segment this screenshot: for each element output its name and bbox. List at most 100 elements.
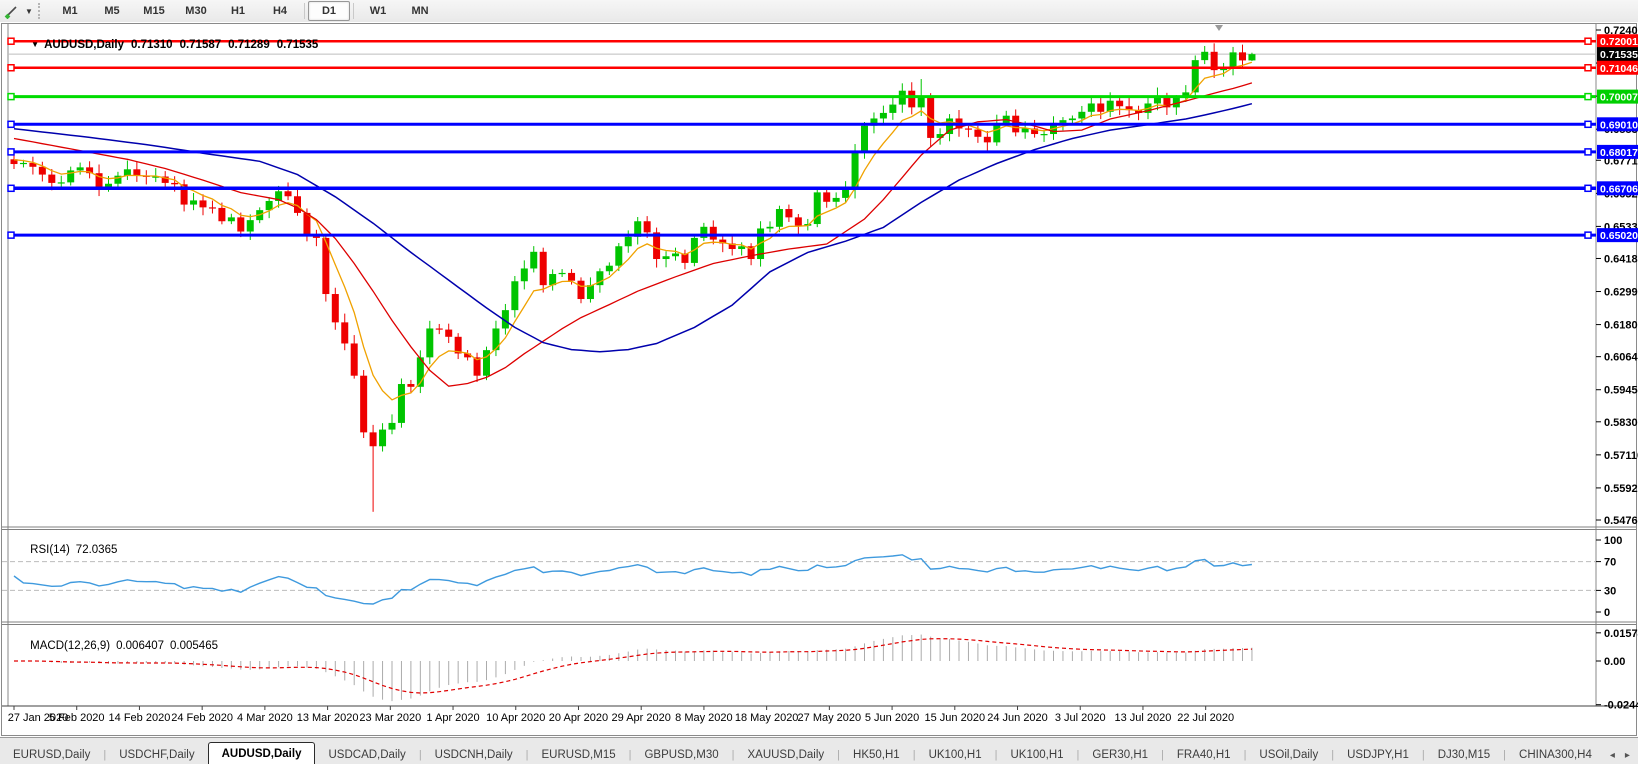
tab-scroll-left-icon[interactable]: ◂ bbox=[1605, 750, 1620, 761]
chart-tab-hk50-h1[interactable]: HK50,H1 bbox=[840, 745, 913, 764]
svg-text:0: 0 bbox=[1604, 607, 1610, 619]
date-label: 23 Mar 2020 bbox=[359, 712, 421, 724]
date-label: 24 Jun 2020 bbox=[987, 712, 1048, 724]
chart-tab-usdchf-daily[interactable]: USDCHF,Daily bbox=[106, 745, 207, 764]
svg-text:0.62990: 0.62990 bbox=[1604, 287, 1638, 299]
price-badge-0.71046: 0.71046 bbox=[1600, 63, 1638, 75]
date-label: 27 May 2020 bbox=[798, 712, 862, 724]
chart-tab-ger30-h1[interactable]: GER30,H1 bbox=[1079, 745, 1161, 764]
svg-text:0.55920: 0.55920 bbox=[1604, 483, 1638, 495]
toolbar-separator bbox=[353, 3, 354, 19]
timeframe-button-m1[interactable]: M1 bbox=[49, 1, 91, 21]
date-label: 3 Jul 2020 bbox=[1055, 712, 1106, 724]
svg-text:0.61800: 0.61800 bbox=[1604, 320, 1638, 332]
toolbar-separator bbox=[304, 3, 305, 19]
svg-text:70: 70 bbox=[1604, 557, 1616, 569]
date-label: 8 May 2020 bbox=[675, 712, 732, 724]
macd-indicator-label: MACD(12,26,9) 0.006407 0.005465 bbox=[11, 628, 224, 664]
ohlc-high: 0.71587 bbox=[180, 39, 222, 51]
ma-slow-line bbox=[14, 104, 1252, 352]
tab-scroll-right-icon[interactable]: ▸ bbox=[1620, 750, 1635, 761]
tool-dropdown-caret-icon[interactable]: ▼ bbox=[22, 7, 36, 16]
date-label: 24 Feb 2020 bbox=[171, 712, 233, 724]
price-badges: 0.720010.715350.710460.700070.690100.680… bbox=[1597, 34, 1638, 242]
date-label: 22 Jul 2020 bbox=[1177, 712, 1234, 724]
price-badge-0.71535: 0.71535 bbox=[1600, 49, 1638, 61]
chart-symbol-label: AUDUSD,Daily bbox=[44, 39, 124, 51]
svg-text:-0.024412: -0.024412 bbox=[1604, 700, 1638, 712]
chart-tab-usoil-daily[interactable]: USOil,Daily bbox=[1246, 745, 1331, 764]
svg-text:0.00: 0.00 bbox=[1604, 656, 1625, 668]
timeframe-button-m5[interactable]: M5 bbox=[91, 1, 133, 21]
line-tool-glyph bbox=[4, 4, 19, 19]
toolbar-grip-handle[interactable] bbox=[38, 3, 45, 19]
ohlc-low: 0.71289 bbox=[228, 39, 270, 51]
rsi-indicator-label: RSI(14) 72.0365 bbox=[11, 532, 123, 568]
chart-title: ▼AUDUSD,Daily0.713100.715870.712890.7153… bbox=[12, 27, 318, 63]
candles-layer bbox=[11, 43, 1256, 511]
price-badge-0.72001: 0.72001 bbox=[1600, 36, 1638, 48]
price-badge-0.65020: 0.65020 bbox=[1600, 230, 1638, 242]
svg-text:0.54765: 0.54765 bbox=[1604, 515, 1638, 527]
svg-text:100: 100 bbox=[1604, 535, 1622, 547]
svg-text:0.60645: 0.60645 bbox=[1604, 352, 1638, 364]
chart-tab-uk100-h1[interactable]: UK100,H1 bbox=[916, 745, 995, 764]
timeframe-button-h1[interactable]: H1 bbox=[217, 1, 259, 21]
timeframe-button-mn[interactable]: MN bbox=[399, 1, 441, 21]
chart-window[interactable]: 0.724050.712150.700250.688350.677150.665… bbox=[0, 22, 1638, 737]
chart-tabs: EURUSD,Daily|USDCHF,DailyAUDUSD,DailyUSD… bbox=[0, 742, 1605, 764]
chart-tab-dj30-m15[interactable]: DJ30,M15 bbox=[1425, 745, 1503, 764]
date-label: 4 Mar 2020 bbox=[237, 712, 293, 724]
ohlc-open: 0.71310 bbox=[131, 39, 173, 51]
chart-tab-bar: EURUSD,Daily|USDCHF,DailyAUDUSD,DailyUSD… bbox=[0, 737, 1638, 764]
rsi-name: RSI(14) bbox=[30, 544, 70, 556]
rsi-panel bbox=[2, 555, 1596, 604]
timeframe-button-m30[interactable]: M30 bbox=[175, 1, 217, 21]
chart-title-dropdown-icon[interactable]: ▼ bbox=[31, 40, 39, 49]
chart-tab-gbpusd-m30[interactable]: GBPUSD,M30 bbox=[631, 745, 731, 764]
timeframe-button-d1[interactable]: D1 bbox=[308, 1, 350, 21]
chart-tab-usdjpy-h1[interactable]: USDJPY,H1 bbox=[1334, 745, 1422, 764]
date-label: 14 Feb 2020 bbox=[109, 712, 171, 724]
date-label: 5 Feb 2020 bbox=[49, 712, 105, 724]
chart-line-tool-icon[interactable] bbox=[0, 1, 22, 21]
date-label: 18 May 2020 bbox=[735, 712, 799, 724]
price-chart-canvas[interactable]: 0.724050.712150.700250.688350.677150.665… bbox=[0, 22, 1638, 737]
svg-text:30: 30 bbox=[1604, 585, 1616, 597]
svg-text:0.57110: 0.57110 bbox=[1604, 450, 1638, 462]
date-label: 13 Mar 2020 bbox=[297, 712, 359, 724]
chart-tab-fra40-h1[interactable]: FRA40,H1 bbox=[1164, 745, 1244, 764]
macd-main-value: 0.006407 bbox=[116, 640, 164, 652]
chart-tab-xauusd-daily[interactable]: XAUUSD,Daily bbox=[734, 745, 837, 764]
chart-shift-marker-icon[interactable] bbox=[1215, 25, 1223, 31]
date-label: 13 Jul 2020 bbox=[1115, 712, 1172, 724]
svg-text:0.59455: 0.59455 bbox=[1604, 385, 1638, 397]
timeframe-button-m15[interactable]: M15 bbox=[133, 1, 175, 21]
application-window: ▼ M1M5M15M30H1H4D1W1MN 0.724050.712150.7… bbox=[0, 0, 1638, 764]
chart-tab-usdcad-daily[interactable]: USDCAD,Daily bbox=[315, 745, 418, 764]
horizontal-lines-layer bbox=[8, 38, 1596, 238]
price-badge-0.70007: 0.70007 bbox=[1600, 92, 1638, 104]
timeframe-buttons-group: M1M5M15M30H1H4 D1 W1MN bbox=[49, 1, 441, 21]
macd-signal-value: 0.005465 bbox=[170, 640, 218, 652]
chart-tab-eurusd-m15[interactable]: EURUSD,M15 bbox=[528, 745, 628, 764]
chart-tab-audusd-daily[interactable]: AUDUSD,Daily bbox=[208, 742, 316, 764]
timeframe-button-w1[interactable]: W1 bbox=[357, 1, 399, 21]
svg-text:0.015741: 0.015741 bbox=[1604, 628, 1638, 640]
svg-text:0.58300: 0.58300 bbox=[1604, 417, 1638, 429]
chart-tab-china300-h4[interactable]: CHINA300,H4 bbox=[1506, 745, 1605, 764]
timeframe-button-h4[interactable]: H4 bbox=[259, 1, 301, 21]
date-label: 5 Jun 2020 bbox=[865, 712, 919, 724]
date-label: 15 Jun 2020 bbox=[925, 712, 986, 724]
date-axis: 27 Jan 20205 Feb 202014 Feb 202024 Feb 2… bbox=[8, 706, 1234, 724]
chart-tab-eurusd-daily[interactable]: EURUSD,Daily bbox=[0, 745, 103, 764]
rsi-value: 72.0365 bbox=[76, 544, 118, 556]
chart-tab-uk100-h1[interactable]: UK100,H1 bbox=[997, 745, 1076, 764]
price-badge-0.66706: 0.66706 bbox=[1600, 183, 1638, 195]
date-label: 20 Apr 2020 bbox=[549, 712, 608, 724]
chart-tab-usdcnh-daily[interactable]: USDCNH,Daily bbox=[422, 745, 526, 764]
date-label: 1 Apr 2020 bbox=[426, 712, 479, 724]
macd-name: MACD(12,26,9) bbox=[30, 640, 110, 652]
price-badge-0.69010: 0.69010 bbox=[1600, 119, 1638, 131]
tab-scroll-arrows: ◂ ▸ bbox=[1605, 745, 1638, 764]
